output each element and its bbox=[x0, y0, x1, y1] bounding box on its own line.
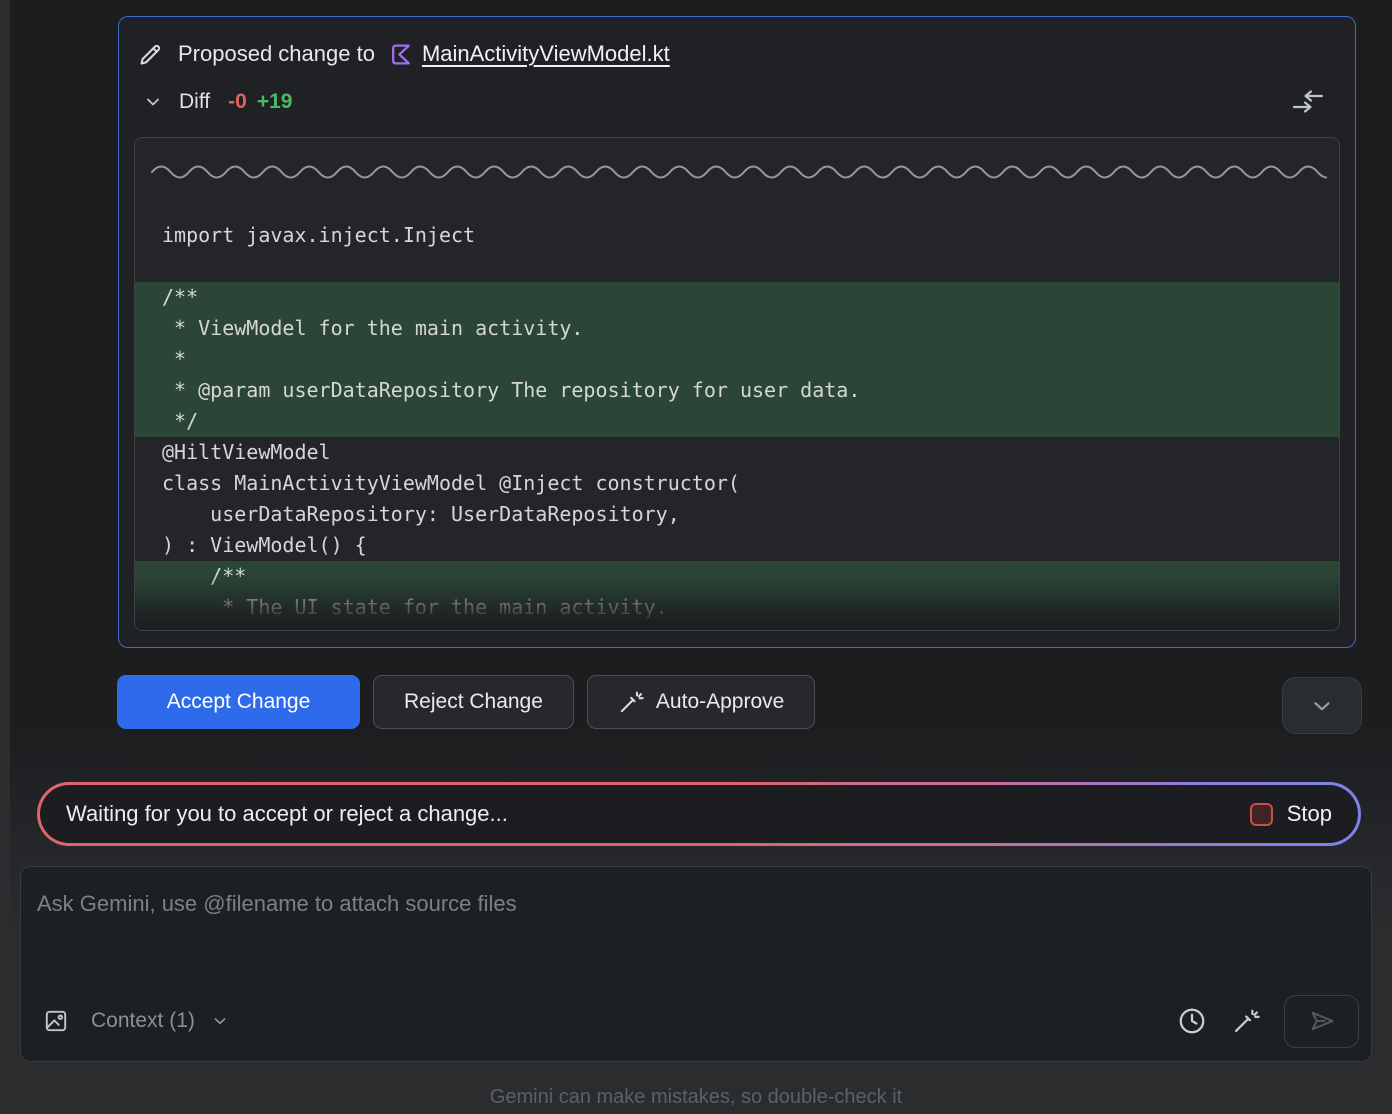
file-name: MainActivityViewModel.kt bbox=[422, 41, 670, 67]
magic-wand-button[interactable] bbox=[1224, 999, 1268, 1043]
context-dropdown[interactable]: Context (1) bbox=[43, 1008, 229, 1034]
panel-edge-divider bbox=[0, 0, 10, 1114]
code-line: ) : ViewModel() { bbox=[135, 530, 1339, 561]
code-line: /** bbox=[135, 282, 1339, 313]
diff-deletions: -0 bbox=[228, 90, 247, 114]
send-icon bbox=[1308, 1007, 1336, 1035]
proposed-change-card: Proposed change to MainActivityViewModel… bbox=[118, 16, 1356, 648]
gemini-panel: Proposed change to MainActivityViewModel… bbox=[0, 0, 1392, 1114]
code-line: import javax.inject.Inject bbox=[135, 220, 1339, 251]
chevron-down-icon bbox=[211, 1012, 229, 1030]
composer-toolbar: Context (1) bbox=[21, 989, 1371, 1061]
send-button[interactable] bbox=[1284, 995, 1359, 1048]
card-header: Proposed change to MainActivityViewModel… bbox=[119, 17, 1355, 69]
disclaimer-text: Gemini can make mistakes, so double-chec… bbox=[0, 1086, 1392, 1109]
chevron-down-icon bbox=[143, 92, 163, 112]
diff-view-toggle-icon[interactable] bbox=[1291, 89, 1325, 115]
code-line: * bbox=[135, 344, 1339, 375]
context-label: Context (1) bbox=[91, 1009, 195, 1033]
code-line: class MainActivityViewModel @Inject cons… bbox=[135, 468, 1339, 499]
code-lines: import javax.inject.Inject /** * ViewMod… bbox=[135, 220, 1339, 631]
accept-change-button[interactable]: Accept Change bbox=[117, 675, 360, 729]
card-title: Proposed change to bbox=[178, 41, 375, 67]
code-line: */ bbox=[135, 623, 1339, 631]
wand-icon bbox=[1232, 1007, 1260, 1035]
diff-label: Diff bbox=[179, 90, 210, 114]
code-line: /** bbox=[135, 561, 1339, 592]
code-line: * The UI state for the main activity. bbox=[135, 592, 1339, 623]
status-banner: Waiting for you to accept or reject a ch… bbox=[37, 782, 1361, 846]
stop-square-icon bbox=[1250, 803, 1273, 826]
reject-change-label: Reject Change bbox=[404, 690, 543, 714]
diff-code-view[interactable]: import javax.inject.Inject /** * ViewMod… bbox=[134, 137, 1340, 631]
wand-icon bbox=[618, 689, 644, 715]
code-line bbox=[135, 251, 1339, 282]
status-message: Waiting for you to accept or reject a ch… bbox=[66, 801, 508, 827]
pencil-icon bbox=[137, 41, 164, 68]
accept-change-label: Accept Change bbox=[167, 690, 311, 714]
clock-icon bbox=[1177, 1006, 1207, 1036]
prompt-composer: Context (1) bbox=[20, 866, 1372, 1062]
code-line: * @param userDataRepository The reposito… bbox=[135, 375, 1339, 406]
diff-additions: +19 bbox=[257, 90, 293, 114]
code-line: userDataRepository: UserDataRepository, bbox=[135, 499, 1339, 530]
kotlin-icon bbox=[389, 42, 414, 67]
diff-toggle-row[interactable]: Diff -0 +19 bbox=[119, 87, 1355, 117]
image-icon bbox=[43, 1008, 69, 1034]
reject-change-button[interactable]: Reject Change bbox=[373, 675, 574, 729]
change-actions: Accept Change Reject Change Auto-Approve bbox=[117, 675, 815, 729]
auto-approve-label: Auto-Approve bbox=[656, 690, 784, 714]
code-line: @HiltViewModel bbox=[135, 437, 1339, 468]
truncation-wave bbox=[151, 164, 1323, 180]
stop-label: Stop bbox=[1287, 801, 1332, 827]
chevron-down-icon bbox=[1309, 693, 1335, 719]
stop-button[interactable]: Stop bbox=[1250, 801, 1332, 827]
code-line: */ bbox=[135, 406, 1339, 437]
auto-approve-button[interactable]: Auto-Approve bbox=[587, 675, 815, 729]
prompt-input[interactable] bbox=[21, 867, 1371, 989]
scroll-down-button[interactable] bbox=[1282, 677, 1362, 734]
code-line: * ViewModel for the main activity. bbox=[135, 313, 1339, 344]
history-button[interactable] bbox=[1170, 999, 1214, 1043]
file-link[interactable]: MainActivityViewModel.kt bbox=[389, 41, 670, 67]
